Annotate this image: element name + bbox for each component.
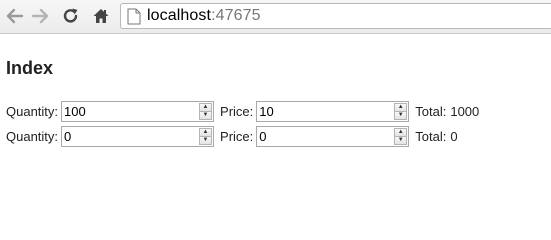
quantity-spinner[interactable]: ▲ ▼ bbox=[199, 127, 213, 145]
price-value: 0 bbox=[259, 128, 267, 144]
price-value: 10 bbox=[259, 103, 274, 119]
price-label: Price: bbox=[220, 128, 254, 144]
spin-up-icon[interactable]: ▲ bbox=[394, 127, 408, 137]
browser-toolbar: localhost:47675 bbox=[0, 0, 551, 34]
quantity-label: Quantity: bbox=[6, 103, 59, 119]
total-label: Total: bbox=[415, 103, 447, 119]
price-input[interactable]: 10 ▲ ▼ bbox=[256, 100, 410, 122]
quantity-spinner[interactable]: ▲ ▼ bbox=[199, 102, 213, 120]
address-bar[interactable]: localhost:47675 bbox=[120, 3, 551, 29]
quantity-value: 100 bbox=[64, 103, 86, 119]
page-icon bbox=[127, 8, 141, 25]
spin-down-icon[interactable]: ▼ bbox=[199, 136, 213, 145]
spin-up-icon[interactable]: ▲ bbox=[199, 127, 213, 137]
price-label: Price: bbox=[220, 103, 254, 119]
home-icon[interactable] bbox=[90, 5, 112, 27]
url-text: localhost:47675 bbox=[147, 7, 261, 25]
back-arrow-icon[interactable] bbox=[4, 5, 26, 27]
quantity-value: 0 bbox=[64, 128, 72, 144]
url-host: localhost bbox=[147, 7, 212, 24]
reload-icon[interactable] bbox=[60, 5, 82, 27]
total-value: 1000 bbox=[450, 103, 480, 119]
spin-up-icon[interactable]: ▲ bbox=[199, 102, 213, 112]
page-content: Index Quantity: 100 ▲ ▼ Price: 10 ▲ ▼ To… bbox=[6, 58, 479, 147]
forward-arrow-icon[interactable] bbox=[29, 5, 51, 27]
total-value: 0 bbox=[450, 128, 458, 144]
quantity-input[interactable]: 100 ▲ ▼ bbox=[61, 100, 215, 122]
order-row: Quantity: 0 ▲ ▼ Price: 0 ▲ ▼ Total: 0 bbox=[6, 125, 458, 147]
quantity-label: Quantity: bbox=[6, 128, 59, 144]
url-port: :47675 bbox=[211, 7, 261, 24]
spin-down-icon[interactable]: ▼ bbox=[394, 136, 408, 145]
price-input[interactable]: 0 ▲ ▼ bbox=[256, 125, 410, 147]
price-spinner[interactable]: ▲ ▼ bbox=[394, 127, 408, 145]
page-title: Index bbox=[6, 58, 54, 78]
spin-up-icon[interactable]: ▲ bbox=[394, 102, 408, 112]
total-label: Total: bbox=[415, 128, 447, 144]
price-spinner[interactable]: ▲ ▼ bbox=[394, 102, 408, 120]
order-row: Quantity: 100 ▲ ▼ Price: 10 ▲ ▼ Total: 1… bbox=[6, 100, 479, 122]
spin-down-icon[interactable]: ▼ bbox=[394, 111, 408, 120]
spin-down-icon[interactable]: ▼ bbox=[199, 111, 213, 120]
quantity-input[interactable]: 0 ▲ ▼ bbox=[61, 125, 215, 147]
